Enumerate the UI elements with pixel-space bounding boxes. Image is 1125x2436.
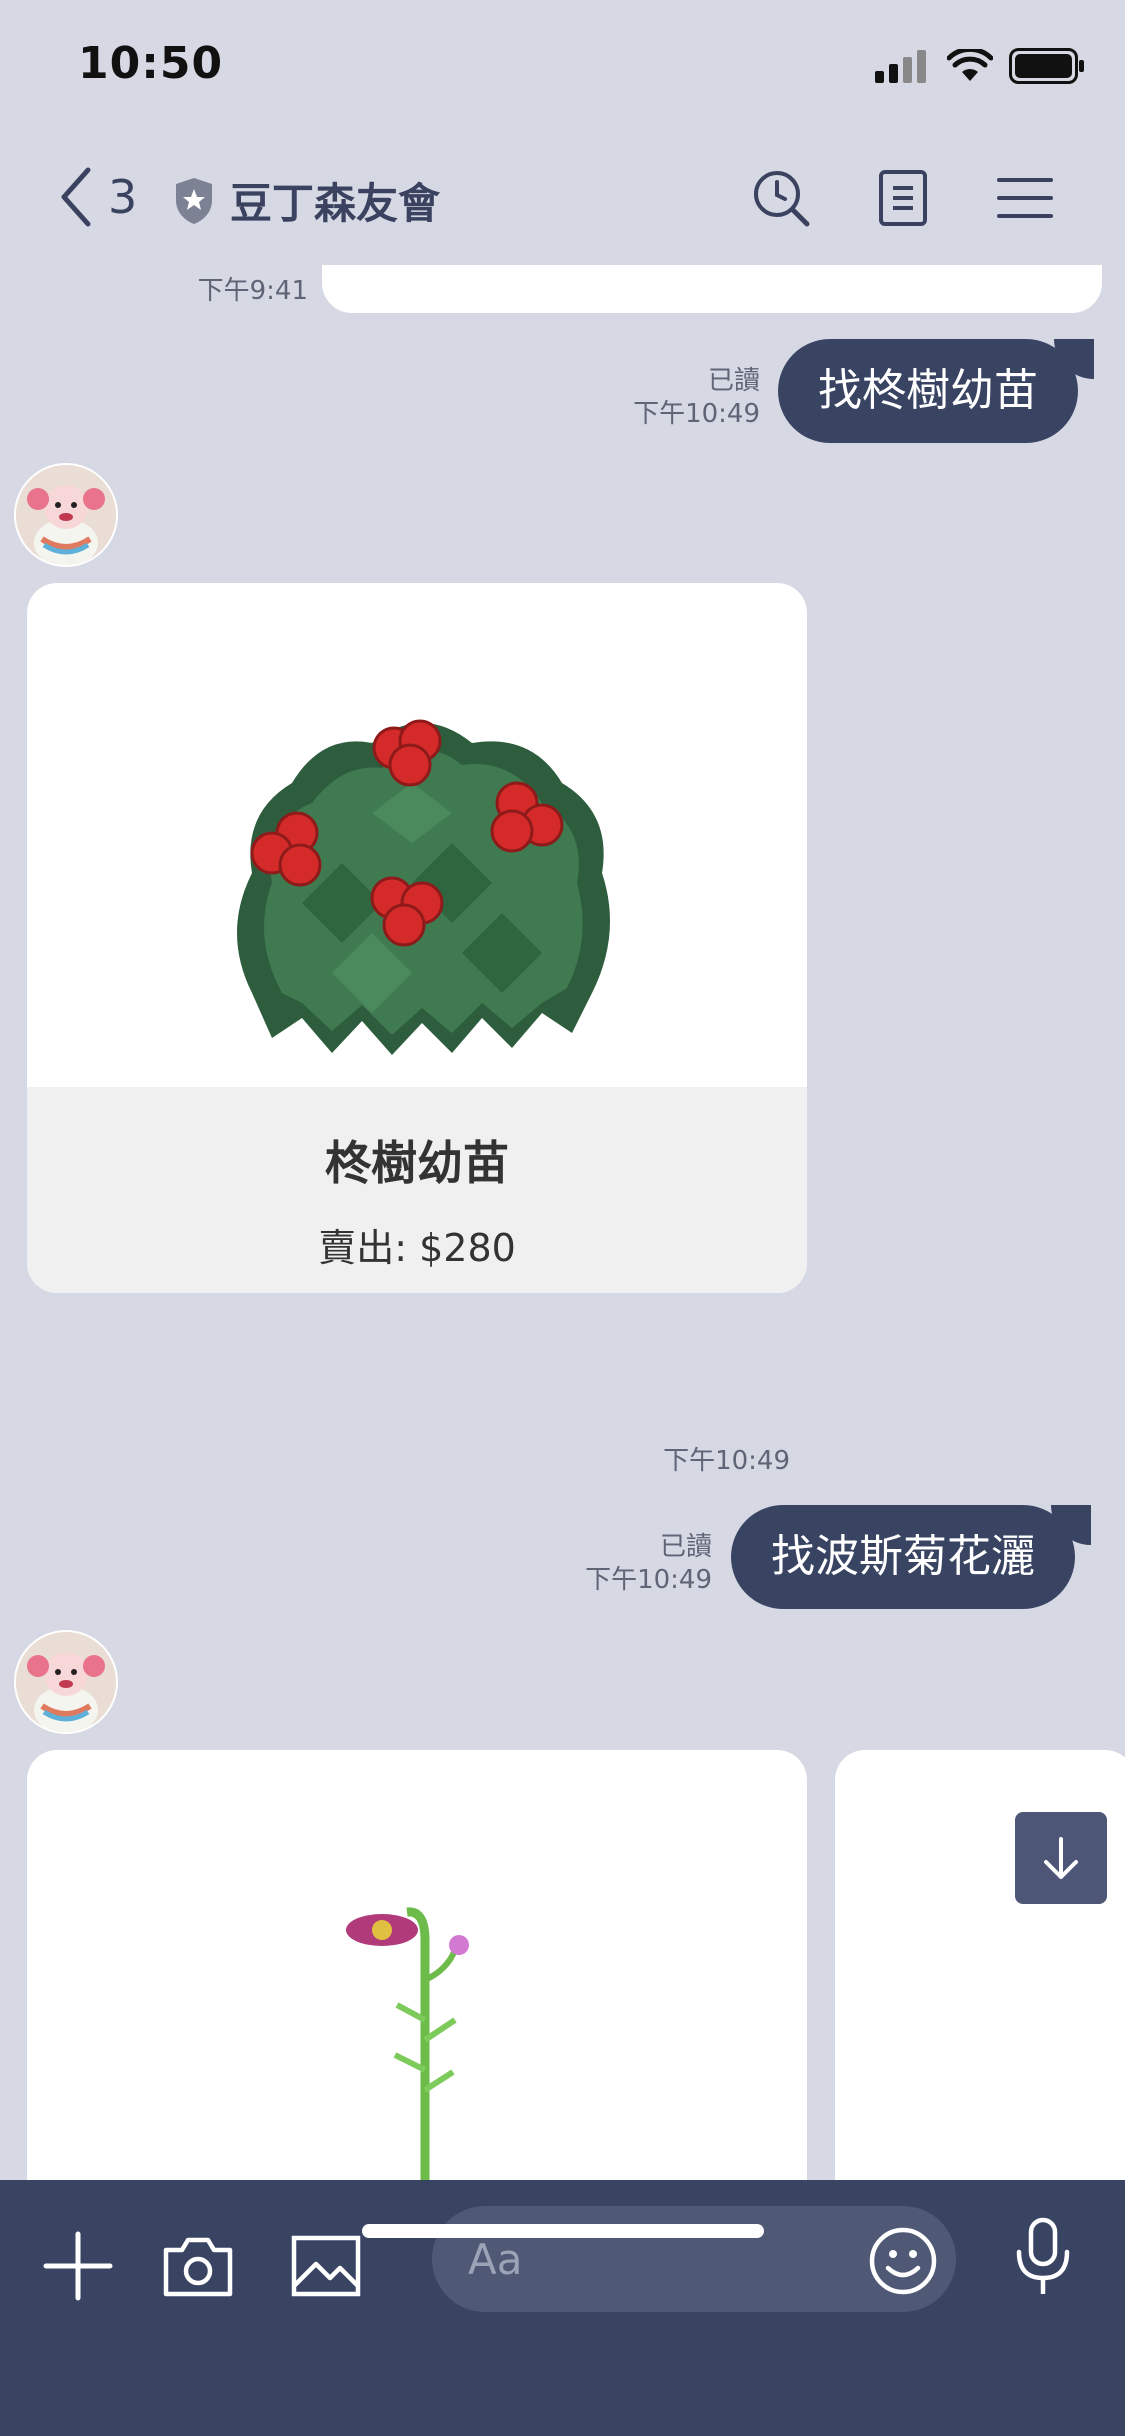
scroll-to-bottom-button[interactable] <box>1015 1812 1107 1904</box>
message-input-bar <box>0 2180 1125 2436</box>
emoji-button[interactable] <box>868 2226 938 2300</box>
home-indicator[interactable] <box>362 2224 764 2238</box>
emoji-icon <box>869 2227 937 2295</box>
message-time: 下午10:49 <box>633 399 760 429</box>
chat-title-area[interactable]: 豆丁森友會 <box>172 170 440 231</box>
read-receipt: 已讀 <box>707 366 760 396</box>
chevron-left-icon <box>61 167 91 227</box>
arrow-down-icon <box>1044 1837 1078 1879</box>
chat-title: 豆丁森友會 <box>230 179 441 228</box>
cosmos-watering-can-image <box>346 1907 469 2180</box>
avatar[interactable] <box>14 1630 118 1734</box>
notes-icon[interactable] <box>873 168 933 228</box>
image-button[interactable] <box>288 2228 364 2304</box>
card-footer: 柊樹幼苗 賣出: $280 <box>27 1087 807 1293</box>
card-title: 柊樹幼苗 <box>325 1136 509 1190</box>
message-time: 下午10:49 <box>585 1565 712 1595</box>
card-price: 賣出: $280 <box>318 1226 516 1270</box>
item-card[interactable] <box>27 1750 807 2180</box>
battery-icon <box>1009 48 1084 84</box>
camera-button[interactable] <box>160 2228 236 2304</box>
plus-button[interactable] <box>40 2228 116 2304</box>
camera-icon <box>163 2237 233 2297</box>
outgoing-message-bubble[interactable]: 找波斯菊花灑 <box>731 1505 1091 1609</box>
header-actions <box>751 168 1055 228</box>
message-meta: 已讀 下午10:49 <box>512 1531 712 1597</box>
read-receipt: 已讀 <box>659 1532 712 1562</box>
sheep-avatar-icon <box>16 465 116 565</box>
outgoing-message-bubble[interactable]: 找柊樹幼苗 <box>778 339 1094 443</box>
item-card[interactable]: 柊樹幼苗 賣出: $280 <box>27 583 807 1293</box>
message-time: 下午10:49 <box>663 1446 790 1476</box>
wifi-icon <box>947 49 993 81</box>
chat-messages[interactable]: 下午9:41 已讀 下午10:49 找柊樹幼苗 柊樹幼苗 賣出: $280 下午… <box>0 265 1125 2180</box>
search-clock-icon[interactable] <box>751 168 811 228</box>
status-icons <box>873 48 1085 84</box>
back-button[interactable]: 3 <box>58 166 137 228</box>
unread-count: 3 <box>108 170 138 224</box>
shield-star-icon <box>176 177 212 224</box>
message-meta: 已讀 下午10:49 <box>560 365 760 431</box>
status-bar: 10:50 <box>0 0 1125 130</box>
chat-header: 3 豆丁森友會 <box>0 130 1125 265</box>
microphone-icon <box>1016 2217 1070 2294</box>
microphone-button[interactable] <box>1005 2217 1081 2296</box>
holly-sapling-image <box>237 719 610 1055</box>
image-icon <box>291 2235 361 2297</box>
message-time: 下午9:41 <box>197 276 308 306</box>
sheep-avatar-icon <box>16 1632 116 1732</box>
signal-icon <box>875 50 926 83</box>
menu-icon[interactable] <box>995 168 1055 228</box>
plus-icon <box>43 2231 113 2301</box>
status-time: 10:50 <box>78 38 224 89</box>
avatar[interactable] <box>14 463 118 567</box>
previous-message-card[interactable] <box>322 265 1102 313</box>
